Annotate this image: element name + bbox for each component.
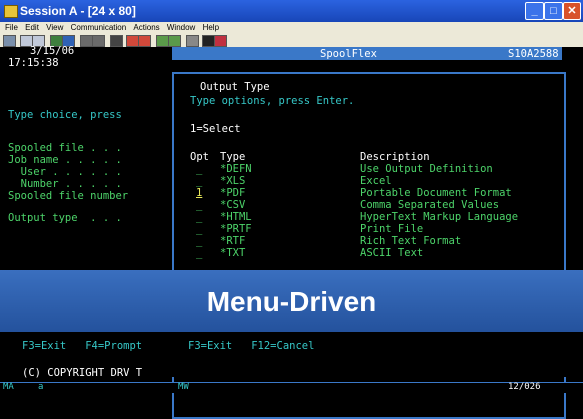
col-type: Type [220, 151, 246, 163]
script-icon[interactable] [168, 35, 181, 47]
opt-field[interactable]: _ [196, 199, 202, 211]
desc-cell: HyperText Markup Language [360, 211, 519, 223]
type-cell: *PDF [220, 187, 246, 199]
status-session: a [38, 382, 44, 392]
label-output-type: Output type . . . [8, 212, 122, 224]
menu-view[interactable]: View [46, 22, 63, 33]
desc-cell: ASCII Text [360, 247, 424, 259]
opt-field[interactable]: _ [196, 223, 202, 235]
type-cell: *XLS [220, 175, 246, 187]
opt-field-selected[interactable]: 1 [196, 187, 202, 199]
system-name: S10A2588 [508, 48, 559, 60]
play-icon[interactable] [138, 35, 151, 47]
desc-cell: Print File [360, 223, 424, 235]
menu-file[interactable]: File [5, 22, 18, 33]
label-job-name: Job name . . . . . [8, 154, 122, 166]
label-user: User . . . . . . [8, 166, 122, 178]
label-number: Number . . . . . [8, 178, 122, 190]
window-function-keys: F3=Exit F12=Cancel [188, 340, 315, 352]
type-cell: *PRTF [220, 223, 252, 235]
desc-cell: Comma Separated Values [360, 199, 500, 211]
desc-cell: Excel [360, 175, 392, 187]
window-titlebar: Session A - [24 x 80] _ □ ✕ [0, 0, 583, 22]
status-mode: MW [178, 382, 189, 392]
minimize-button[interactable]: _ [525, 2, 544, 20]
type-cell: *DEFN [220, 163, 252, 175]
type-cell: *TXT [220, 247, 246, 259]
left-prompt: Type choice, press [8, 109, 122, 121]
opt-field[interactable]: _ [196, 247, 202, 259]
menu-window[interactable]: Window [167, 22, 195, 33]
type-cell: *RTF [220, 235, 246, 247]
desc-cell: Use Output Definition [360, 163, 493, 175]
settings-icon[interactable] [186, 35, 199, 47]
desc-cell: Portable Document Format [360, 187, 512, 199]
label-spooled-file-number: Spooled file number [8, 190, 129, 202]
copyright: (C) COPYRIGHT DRV T [22, 367, 143, 379]
help-icon[interactable] [214, 35, 227, 47]
col-opt: Opt [190, 151, 209, 163]
menu-actions[interactable]: Actions [133, 22, 159, 33]
status-ma: MA [3, 382, 14, 392]
cursor-position: 12/026 [508, 382, 541, 392]
record-icon[interactable] [110, 35, 123, 47]
type-cell: *HTML [220, 211, 252, 223]
col-description: Description [360, 151, 430, 163]
status-bar: MA a MW 12/026 [0, 382, 583, 393]
left-function-keys: F3=Exit F4=Prompt [22, 340, 143, 352]
app-name: SpoolFlex [320, 48, 377, 60]
print-icon[interactable] [3, 35, 16, 47]
screen-time: 17:15:38 [8, 57, 59, 69]
desc-cell: Rich Text Format [360, 235, 462, 247]
banner-text: Menu-Driven [206, 286, 377, 317]
menu-help[interactable]: Help [203, 22, 219, 33]
app-icon [4, 5, 18, 18]
opt-field[interactable]: _ [196, 211, 202, 223]
close-button[interactable]: ✕ [563, 2, 581, 20]
label-spooled-file: Spooled file . . . [8, 142, 122, 154]
menu-edit[interactable]: Edit [25, 22, 39, 33]
opt-field[interactable]: _ [196, 163, 202, 175]
opt-field[interactable]: _ [196, 235, 202, 247]
keypad-icon[interactable] [92, 35, 105, 47]
screen-date: 3/15/06 [30, 45, 75, 57]
select-option-legend: 1=Select [190, 123, 241, 135]
menu-bar: File Edit View Communication Actions Win… [0, 22, 583, 33]
type-cell: *CSV [220, 199, 246, 211]
menu-communication[interactable]: Communication [71, 22, 127, 33]
toolbar [0, 33, 583, 48]
window-instructions: Type options, press Enter. [190, 95, 355, 107]
opt-field[interactable]: _ [196, 175, 202, 187]
window-heading: Output Type [200, 81, 270, 93]
window-title: Session A - [24 x 80] [20, 4, 136, 18]
terminal-screen: 3/15/06 17:15:38 SpoolFlex S10A2588 Type… [0, 45, 583, 419]
maximize-button[interactable]: □ [544, 2, 563, 20]
